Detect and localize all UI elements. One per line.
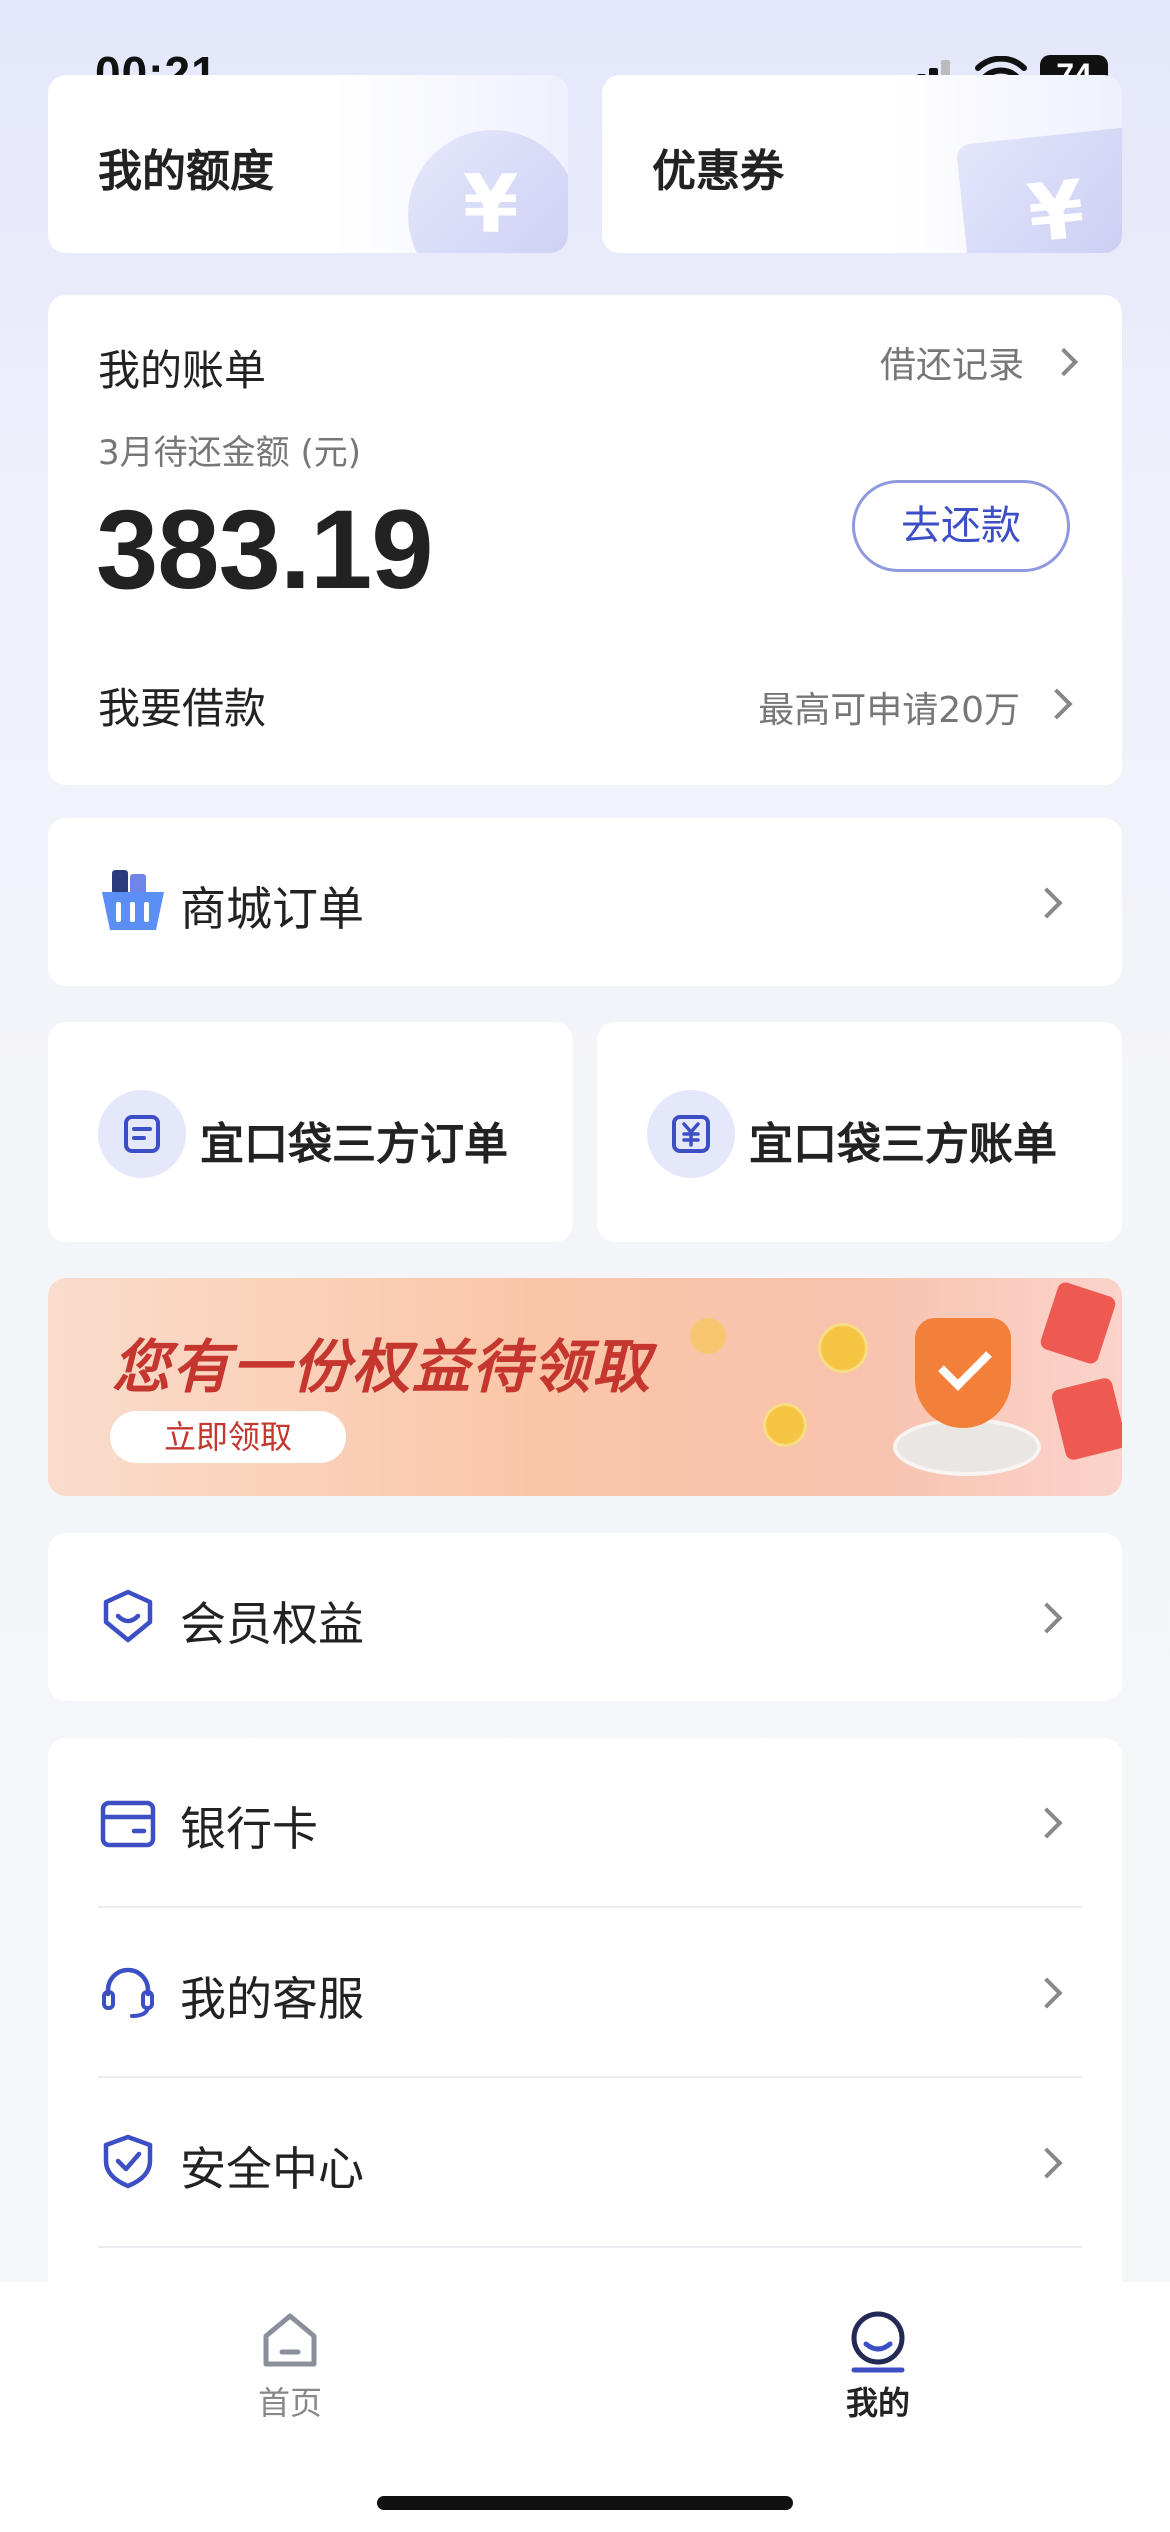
menu-item-label: 我的客服 <box>180 1972 364 2026</box>
bill-title: 我的账单 <box>98 346 267 395</box>
profile-face-icon <box>851 2311 905 2373</box>
red-envelope-icon <box>1050 1376 1122 1462</box>
shield-check-icon <box>103 2134 153 2189</box>
gold-coin-icon <box>763 1403 807 1447</box>
repay-button[interactable]: 去还款 <box>852 480 1070 572</box>
member-badge-icon <box>103 1589 153 1643</box>
headset-icon <box>102 1967 154 2018</box>
chevron-right-icon <box>1031 1977 1063 2009</box>
chevron-right-icon <box>1031 1602 1063 1634</box>
mall-order-label: 商城订单 <box>180 882 364 936</box>
third-party-bills-card[interactable]: 宜口袋三方账单 <box>597 1022 1122 1242</box>
settings-menu-list: 银行卡 我的客服 安全中心 <box>48 1738 1122 2338</box>
coupon-ticket-icon: ¥ <box>955 125 1122 253</box>
tab-home-label: 首页 <box>257 2384 322 2422</box>
due-amount: 383.19 <box>96 487 434 612</box>
menu-item-bank-card[interactable]: 银行卡 <box>48 1738 1122 1906</box>
divider <box>98 2246 1082 2248</box>
due-amount-label: 3月待还金额 (元) <box>98 433 361 473</box>
bank-card-icon <box>100 1800 156 1848</box>
benefit-banner[interactable]: 您有一份权益待领取 立即领取 <box>48 1278 1122 1496</box>
borrow-label: 我要借款 <box>98 684 267 733</box>
home-indicator <box>377 2496 793 2510</box>
red-envelope-icon <box>1038 1280 1118 1366</box>
quota-card[interactable]: 我的额度 ¥ <box>48 75 568 253</box>
yen-coin-icon: ¥ <box>408 130 568 253</box>
menu-item-label: 安全中心 <box>180 2142 364 2196</box>
claim-now-button[interactable]: 立即领取 <box>110 1411 346 1463</box>
chevron-right-icon <box>1031 887 1063 919</box>
chevron-right-icon <box>1031 1807 1063 1839</box>
menu-item-label: 银行卡 <box>180 1802 318 1856</box>
chevron-right-icon <box>1041 688 1073 720</box>
tab-mine-label: 我的 <box>845 2384 910 2422</box>
yen-bill-icon <box>647 1090 735 1178</box>
third-party-orders-label: 宜口袋三方订单 <box>200 1119 508 1170</box>
chevron-right-icon <box>1031 2147 1063 2179</box>
menu-item-customer-service[interactable]: 我的客服 <box>48 1908 1122 2076</box>
bottom-tab-bar: 首页 我的 <box>0 2282 1170 2532</box>
gold-coin-icon <box>818 1323 868 1373</box>
repayment-history-link[interactable]: 借还记录 <box>880 337 1082 387</box>
repayment-history-label: 借还记录 <box>879 345 1024 386</box>
member-benefits-label: 会员权益 <box>180 1597 364 1651</box>
borrow-hint: 最高可申请20万 <box>758 690 1020 731</box>
shopping-basket-icon <box>102 870 164 930</box>
coupon-title: 优惠券 <box>652 146 784 197</box>
chevron-right-icon <box>1049 347 1079 377</box>
mall-order-row[interactable]: 商城订单 <box>48 818 1122 986</box>
tab-mine[interactable]: 我的 <box>818 2310 938 2450</box>
banner-headline: 您有一份权益待领取 <box>112 1333 653 1401</box>
quota-title: 我的额度 <box>98 146 274 197</box>
menu-item-security-center[interactable]: 安全中心 <box>48 2078 1122 2246</box>
gold-coin-icon <box>690 1318 726 1354</box>
home-icon <box>263 2313 317 2367</box>
member-benefits-row[interactable]: 会员权益 <box>48 1533 1122 1701</box>
quota-yen-glyph: ¥ <box>463 158 519 251</box>
coupon-card[interactable]: 优惠券 ¥ <box>602 75 1122 253</box>
borrow-row[interactable]: 我要借款 最高可申请20万 <box>98 675 1082 735</box>
third-party-orders-card[interactable]: 宜口袋三方订单 <box>48 1022 573 1242</box>
bill-card: 我的账单 借还记录 3月待还金额 (元) 383.19 去还款 我要借款 最高可… <box>48 295 1122 785</box>
order-document-icon <box>98 1090 186 1178</box>
shield-trophy-icon <box>893 1308 1041 1478</box>
tab-home[interactable]: 首页 <box>230 2310 350 2450</box>
coupon-yen-glyph: ¥ <box>1023 162 1089 253</box>
third-party-bills-label: 宜口袋三方账单 <box>749 1119 1057 1170</box>
